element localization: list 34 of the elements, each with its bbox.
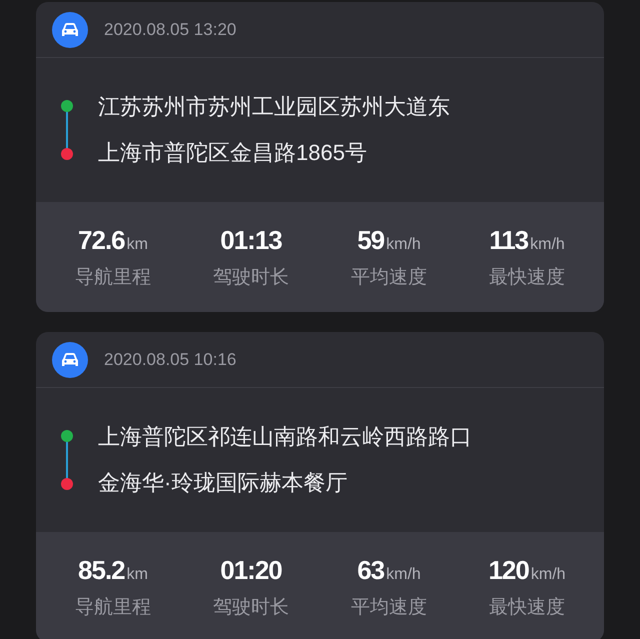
stat-value: 01:20 (220, 554, 282, 588)
stat-unit: km/h (530, 235, 565, 256)
stat-label: 驾驶时长 (213, 596, 289, 620)
car-icon (52, 12, 88, 48)
start-address: 上海普陀区祁连山南路和云岭西路路口 (98, 423, 472, 451)
trip-card[interactable]: 2020.08.05 10:16 上海普陀区祁连山南路和云岭西路路口 金海华·玲珑国际赫本餐厅 85.2km 导航里程 01:20 驾驶时长 63km/h 平均速度 120km/h 最快速度 (36, 332, 604, 639)
stat-label: 最快速度 (489, 596, 565, 620)
start-address: 江苏苏州市苏州工业园区苏州大道东 (98, 93, 450, 121)
stat-label: 最快速度 (489, 266, 565, 290)
stat-value: 59 (357, 224, 384, 258)
trip-card[interactable]: 2020.08.05 13:20 江苏苏州市苏州工业园区苏州大道东 上海市普陀区金昌路1865号 72.6km 导航里程 01:13 驾驶时长 59km/h 平均速度 113km/h 最快速度 (36, 2, 604, 312)
trip-time: 2020.08.05 10:16 (104, 348, 236, 371)
stat-label: 驾驶时长 (213, 266, 289, 290)
stat-label: 导航里程 (75, 596, 151, 620)
stat-label: 平均速度 (351, 596, 427, 620)
stat-value: 113 (489, 224, 528, 258)
stat-unit: km/h (530, 565, 566, 586)
route-line-icon (60, 429, 74, 491)
route-line-icon (60, 99, 74, 161)
stat-unit: km/h (386, 235, 421, 256)
stat-unit: km (126, 565, 148, 586)
stat-value: 72.6 (78, 224, 125, 258)
stat-value: 120 (488, 554, 529, 588)
end-address: 金海华·玲珑国际赫本餐厅 (98, 469, 348, 497)
stat-value: 85.2 (78, 554, 125, 588)
stat-value: 01:13 (220, 224, 282, 258)
stat-unit: km/h (386, 565, 421, 586)
car-icon (52, 342, 88, 378)
stat-label: 导航里程 (75, 266, 151, 290)
trip-time: 2020.08.05 13:20 (104, 18, 236, 41)
stat-value: 63 (357, 554, 384, 588)
stat-label: 平均速度 (351, 266, 427, 290)
stat-unit: km (126, 235, 148, 256)
end-address: 上海市普陀区金昌路1865号 (98, 139, 368, 167)
